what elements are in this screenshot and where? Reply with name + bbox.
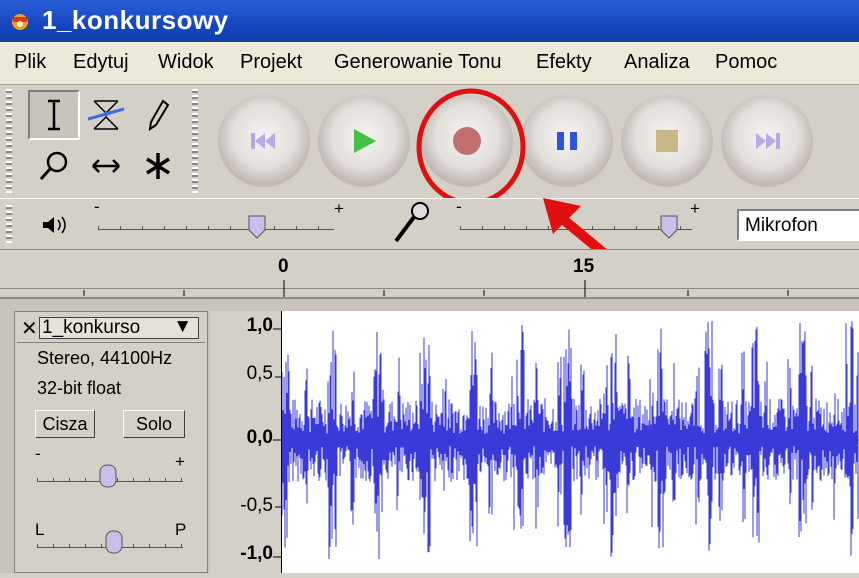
multi-tool-button[interactable] bbox=[132, 141, 184, 191]
menu-efekty[interactable]: Efekty bbox=[536, 51, 592, 74]
timeshift-tool-button[interactable] bbox=[80, 141, 132, 191]
record-highlight-ellipse bbox=[416, 88, 526, 206]
stop-button[interactable] bbox=[621, 95, 713, 187]
play-icon bbox=[354, 129, 376, 153]
draw-tool-button[interactable] bbox=[132, 90, 184, 140]
menu-pomoc[interactable]: Pomoc bbox=[715, 51, 777, 74]
mixer-grip[interactable] bbox=[6, 205, 12, 243]
window-title: 1_konkursowy bbox=[42, 5, 229, 35]
selection-tool-button[interactable] bbox=[28, 90, 80, 140]
gain-minus-label: - bbox=[35, 444, 41, 463]
pan-left-label: L bbox=[35, 520, 45, 539]
gain-thumb[interactable] bbox=[99, 464, 117, 490]
dropdown-arrow-icon: ▼ bbox=[173, 316, 192, 337]
title-bar: 1_konkursowy bbox=[0, 0, 859, 42]
ruler-label-15: 15 bbox=[573, 256, 595, 277]
track-control-panel: ✕ 1_konkurso ▼ Stereo, 44100Hz 32-bit fl… bbox=[14, 311, 208, 573]
play-button[interactable] bbox=[318, 95, 410, 187]
pencil-icon bbox=[148, 99, 170, 132]
amp-label-half: 0,5 bbox=[246, 363, 273, 384]
speaker-icon bbox=[43, 216, 66, 234]
output-volume-slider[interactable]: - + bbox=[94, 197, 344, 239]
menu-edytuj[interactable]: Edytuj bbox=[73, 51, 129, 74]
skip-start-icon bbox=[251, 133, 275, 149]
asterisk-icon bbox=[146, 153, 170, 179]
amp-label-min: -1,0 bbox=[240, 543, 273, 564]
double-arrow-icon bbox=[92, 159, 120, 173]
slider-minus-label: - bbox=[456, 197, 462, 216]
amp-label-neg-half: -0,5 bbox=[240, 495, 273, 516]
track-format: Stereo, 44100Hz bbox=[37, 348, 173, 368]
pan-right-label: P bbox=[175, 520, 187, 539]
skip-to-start-button[interactable] bbox=[218, 95, 310, 187]
ibeam-icon bbox=[48, 99, 60, 131]
ruler-label-0: 0 bbox=[278, 256, 289, 277]
waveform bbox=[281, 320, 859, 560]
slider-plus-label: + bbox=[690, 199, 700, 218]
envelope-icon bbox=[87, 100, 125, 130]
waveform-path bbox=[281, 320, 859, 560]
gain-plus-label: + bbox=[175, 452, 185, 471]
skip-to-end-button[interactable] bbox=[721, 95, 813, 187]
menu-generowanie-tonu[interactable]: Generowanie Tonu bbox=[334, 51, 502, 74]
input-source-select[interactable]: Mikrofon bbox=[737, 209, 859, 241]
audacity-app-icon bbox=[12, 14, 28, 30]
mixer-toolbar: - + - + Mikrofon bbox=[0, 197, 859, 249]
waveform-display[interactable] bbox=[281, 311, 859, 573]
slider-minus-label: - bbox=[94, 197, 100, 216]
pause-icon bbox=[557, 132, 577, 150]
microphone-icon bbox=[394, 202, 429, 243]
pan-thumb[interactable] bbox=[105, 530, 123, 556]
amp-ticks bbox=[273, 328, 281, 558]
track-name: 1_konkurso bbox=[42, 317, 141, 338]
transport-grip[interactable] bbox=[192, 89, 198, 193]
menu-bar: Plik Edytuj Widok Projekt Generowanie To… bbox=[0, 42, 859, 85]
track-name-menu[interactable]: 1_konkurso ▼ bbox=[39, 317, 199, 339]
magnifier-icon bbox=[39, 151, 68, 181]
solo-button[interactable]: Solo bbox=[123, 410, 185, 438]
envelope-tool-button[interactable] bbox=[80, 90, 132, 140]
track-bitdepth: 32-bit float bbox=[37, 378, 122, 398]
menu-plik[interactable]: Plik bbox=[14, 51, 46, 74]
menu-analiza[interactable]: Analiza bbox=[624, 51, 690, 74]
slider-plus-label: + bbox=[334, 199, 344, 218]
timeline-ruler[interactable]: 0 15 bbox=[0, 249, 859, 298]
control-toolbar bbox=[0, 85, 859, 206]
amp-label-max: 1,0 bbox=[246, 315, 273, 336]
slider-thumb[interactable] bbox=[248, 215, 266, 239]
pan-slider[interactable]: L P bbox=[35, 518, 195, 558]
pause-button[interactable] bbox=[521, 95, 613, 187]
track-header: ✕ 1_konkurso ▼ bbox=[17, 314, 205, 343]
menu-projekt[interactable]: Projekt bbox=[240, 51, 302, 74]
slider-thumb[interactable] bbox=[660, 215, 678, 239]
amp-label-zero: 0,0 bbox=[246, 427, 273, 448]
toolbar-grip[interactable] bbox=[6, 89, 12, 193]
track-area: ✕ 1_konkurso ▼ Stereo, 44100Hz 32-bit fl… bbox=[0, 297, 859, 573]
gain-slider[interactable]: - + bbox=[35, 444, 195, 492]
menu-widok[interactable]: Widok bbox=[158, 51, 214, 74]
track-close-icon[interactable]: ✕ bbox=[21, 316, 38, 341]
ruler-ticks bbox=[83, 280, 789, 298]
amplitude-ruler: 1,0 0,5 0,0 -0,5 -1,0 bbox=[210, 311, 282, 573]
zoom-tool-button[interactable] bbox=[28, 141, 80, 191]
stop-icon bbox=[656, 130, 678, 152]
skip-end-icon bbox=[756, 133, 780, 149]
mute-button[interactable]: Cisza bbox=[35, 410, 95, 438]
